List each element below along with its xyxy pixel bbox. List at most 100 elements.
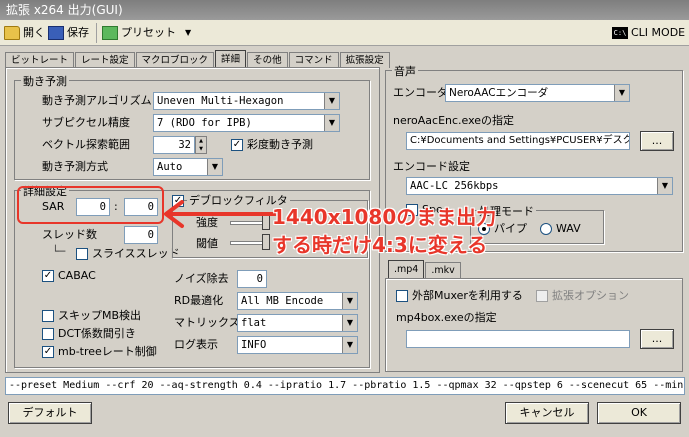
chevron-down-icon: ▼	[614, 85, 629, 101]
noise-input[interactable]: 0	[237, 270, 267, 288]
rdo-value: All MB Encode	[241, 295, 324, 307]
folder-open-icon	[4, 26, 20, 40]
ext-option-checkbox[interactable]	[536, 290, 548, 302]
algorithm-select[interactable]: Uneven Multi-Hexagon ▼	[153, 92, 340, 110]
open-label: 開く	[23, 26, 45, 39]
matrix-select[interactable]: flat ▼	[237, 314, 358, 332]
subpel-label: サブピクセル精度	[42, 116, 130, 129]
cabac-checkbox[interactable]: ✓	[42, 270, 54, 282]
save-button[interactable]: 保存	[48, 24, 89, 42]
mbtree-checkbox[interactable]: ✓	[42, 346, 54, 358]
matrix-value: flat	[241, 317, 267, 329]
toolbar-separator	[96, 23, 97, 43]
mode-wav-label: WAV	[556, 222, 581, 235]
audio-settings-label: エンコード設定	[393, 160, 470, 173]
annotation-highlight-box	[17, 186, 164, 224]
terminal-icon: C:\	[612, 27, 628, 39]
algorithm-label: 動き予測アルゴリズム	[42, 94, 152, 107]
slice-threads-checkbox[interactable]	[76, 248, 88, 260]
skip-label: スキップMB検出	[58, 309, 142, 322]
cli-mode-button[interactable]: C:\ CLI MODE	[612, 24, 685, 42]
log-label: ログ表示	[174, 338, 218, 351]
window-title: 拡張 x264 出力(GUI)	[0, 0, 689, 20]
preset-label: プリセット	[121, 26, 176, 39]
log-select[interactable]: INFO ▼	[237, 336, 358, 354]
tab-detail[interactable]: 詳細	[215, 50, 247, 68]
tab-mkv[interactable]: .mkv	[425, 262, 461, 278]
range-input[interactable]: 32	[153, 136, 195, 154]
threads-label: スレッド数	[42, 228, 97, 241]
tab-rate-settings[interactable]: レート設定	[75, 52, 135, 68]
floppy-save-icon	[48, 26, 64, 40]
threshold-slider-thumb[interactable]	[262, 234, 270, 250]
cancel-button[interactable]: キャンセル	[505, 402, 589, 424]
audio-exe-browse-button[interactable]: ...	[640, 131, 674, 151]
skip-checkbox[interactable]	[42, 310, 54, 322]
audio-settings-select[interactable]: AAC-LC 256kbps ▼	[406, 177, 673, 195]
mode-wav-radio[interactable]	[540, 223, 552, 235]
dct-label: DCT係数間引き	[58, 327, 136, 340]
direct-value: Auto	[157, 161, 183, 173]
toolbar: 開く 保存 プリセット ▼ C:\ CLI MODE	[0, 20, 689, 46]
tab-extended[interactable]: 拡張設定	[339, 52, 390, 68]
cli-mode-label: CLI MODE	[631, 26, 686, 39]
chevron-down-icon: ▼	[342, 293, 357, 309]
motion-legend: 動き予測	[21, 73, 69, 89]
spin-down-icon: ▼	[199, 146, 203, 152]
threshold-label: 閾値	[196, 237, 218, 250]
mp4box-label: mp4box.exeの指定	[396, 311, 497, 324]
default-button[interactable]: デフォルト	[8, 402, 92, 424]
ext-option-label: 拡張オプション	[552, 289, 629, 302]
spin-up-icon: ▲	[199, 138, 203, 144]
save-label: 保存	[67, 26, 89, 39]
chevron-down-icon: ▼	[324, 93, 339, 109]
preset-icon	[102, 26, 118, 40]
tab-macroblock[interactable]: マクロブロック	[135, 52, 215, 68]
chroma-checkbox[interactable]: ✓	[231, 139, 243, 151]
deblock-checkbox[interactable]: ✓	[172, 195, 184, 207]
chevron-down-icon: ▼	[342, 315, 357, 331]
log-value: INFO	[241, 339, 267, 351]
tab-other[interactable]: その他	[247, 52, 288, 68]
chroma-label: 彩度動き予測	[247, 138, 313, 151]
tab-command[interactable]: コマンド	[288, 52, 339, 68]
threads-input[interactable]: 0	[124, 226, 158, 244]
dct-checkbox[interactable]	[42, 328, 54, 340]
audio-exe-label: neroAacEnc.exeの指定	[393, 114, 515, 127]
annotation-line-1: 1440x1080のまま出力	[272, 205, 497, 229]
noise-label: ノイズ除去	[174, 272, 229, 285]
subpel-select[interactable]: 7 (RDO for IPB) ▼	[153, 114, 340, 132]
chevron-down-icon: ▼	[185, 28, 192, 37]
external-muxer-label: 外部Muxerを利用する	[412, 289, 523, 302]
command-line-preview: --preset Medium --crf 20 --aq-strength 0…	[5, 377, 685, 395]
tab-bitrate[interactable]: ビットレート	[5, 52, 75, 68]
mux-tabs: .mp4 .mkv	[388, 260, 462, 278]
audio-exe-input[interactable]: C:¥Documents and Settings¥PCUSER¥デスク	[406, 132, 630, 150]
rdo-select[interactable]: All MB Encode ▼	[237, 292, 358, 310]
audio-legend: 音声	[392, 63, 418, 79]
matrix-label: マトリックス	[174, 316, 240, 329]
ok-button[interactable]: OK	[597, 402, 681, 424]
direct-label: 動き予測方式	[42, 160, 108, 173]
range-spinner[interactable]: ▲ ▼	[195, 136, 207, 154]
mp4box-browse-button[interactable]: ...	[640, 329, 674, 349]
direct-select[interactable]: Auto ▼	[153, 158, 223, 176]
algorithm-value: Uneven Multi-Hexagon	[157, 95, 284, 107]
audio-encoder-select[interactable]: NeroAACエンコーダ ▼	[445, 84, 630, 102]
audio-encoder-value: NeroAACエンコーダ	[449, 87, 549, 99]
cabac-label: CABAC	[58, 269, 96, 282]
audio-settings-value: AAC-LC 256kbps	[410, 180, 499, 192]
range-label: ベクトル探索範囲	[42, 138, 130, 151]
subpel-value: 7 (RDO for IPB)	[157, 117, 252, 129]
external-muxer-checkbox[interactable]	[396, 290, 408, 302]
strength-slider-thumb[interactable]	[262, 214, 270, 230]
strength-label: 強度	[196, 216, 218, 229]
open-button[interactable]: 開く	[4, 24, 45, 42]
mbtree-label: mb-treeレート制御	[58, 345, 157, 358]
preset-button[interactable]: プリセット ▼	[102, 24, 191, 42]
tab-mp4[interactable]: .mp4	[388, 260, 425, 278]
chevron-down-icon: ▼	[657, 178, 672, 194]
chevron-down-icon: ▼	[324, 115, 339, 131]
slice-threads-label: スライススレッド	[92, 247, 180, 260]
mp4box-input[interactable]	[406, 330, 630, 348]
